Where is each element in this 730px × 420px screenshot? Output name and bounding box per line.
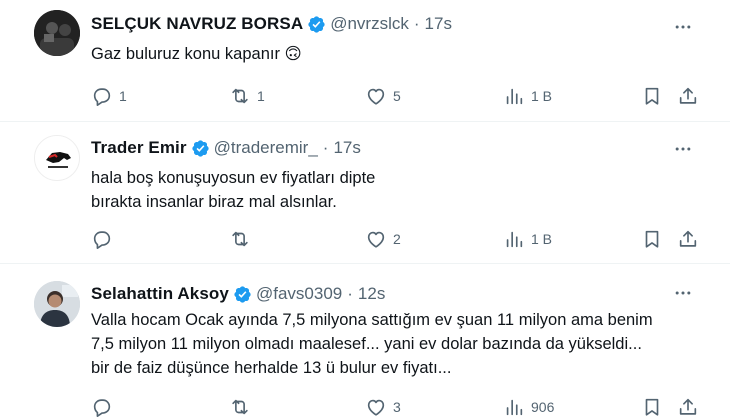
verified-badge-icon — [233, 285, 252, 304]
view-count: 1 B — [531, 88, 553, 104]
tweet-header: SELÇUK NAVRUZ BORSA @nvrzslck · 17s — [91, 14, 452, 34]
share-icon — [679, 398, 697, 415]
like-icon — [367, 399, 385, 416]
views-button[interactable]: 1 B — [503, 227, 552, 251]
retweet-button[interactable] — [229, 227, 257, 251]
view-count: 1 B — [531, 231, 553, 247]
separator-dot: · — [322, 138, 329, 157]
tweet-actions: 1 1 5 1 B — [91, 84, 701, 108]
retweet-count: 1 — [257, 88, 265, 104]
tweet-text-line: Valla hocam Ocak ayında 7,5 milyona satt… — [91, 311, 653, 329]
tweet-text: Gaz buluruz konu kapanır 🙃 — [91, 42, 701, 66]
timestamp[interactable]: 17s — [425, 14, 452, 34]
reply-icon — [93, 231, 111, 249]
reply-button[interactable] — [91, 227, 119, 251]
retweet-icon — [232, 231, 248, 247]
reply-button[interactable]: 1 — [91, 84, 127, 108]
share-button[interactable] — [677, 395, 699, 419]
like-icon — [367, 88, 385, 105]
reply-count: 1 — [119, 88, 127, 104]
tweet-header: Selahattin Aksoy @favs0309 · 12s — [91, 284, 385, 304]
tweet-text-line: hala boş konuşuyosun ev fiyatları dipte — [91, 169, 376, 187]
avatar-image — [35, 136, 79, 180]
views-button[interactable]: 1 B — [503, 84, 552, 108]
share-button[interactable] — [677, 227, 699, 251]
views-button[interactable]: 906 — [503, 395, 554, 419]
views-icon — [506, 399, 523, 416]
view-count: 906 — [531, 399, 555, 415]
reply-icon — [93, 399, 111, 417]
author-handle[interactable]: @traderemir_ — [214, 138, 318, 158]
share-button[interactable] — [677, 84, 699, 108]
tweet-text: hala boş konuşuyosun ev fiyatları dipte … — [91, 166, 701, 214]
views-icon — [506, 88, 523, 105]
author-name[interactable]: SELÇUK NAVRUZ BORSA — [91, 14, 303, 34]
like-count: 3 — [393, 399, 401, 415]
bookmark-button[interactable] — [641, 227, 663, 251]
author-name[interactable]: Trader Emir — [91, 138, 187, 158]
tweet[interactable]: SELÇUK NAVRUZ BORSA @nvrzslck · 17s Gaz … — [0, 0, 730, 122]
bookmark-icon — [645, 87, 659, 105]
retweet-button[interactable] — [229, 395, 257, 419]
author-handle[interactable]: @favs0309 — [256, 284, 342, 304]
timestamp[interactable]: 12s — [358, 284, 385, 304]
tweet-text-line: 7,5 milyon 11 milyon olmadı maalesef... … — [91, 335, 642, 353]
bookmark-button[interactable] — [641, 395, 663, 419]
tweet-actions: 3 906 — [91, 395, 701, 419]
tweet[interactable]: Trader Emir @traderemir_ · 17s hala boş … — [0, 122, 730, 264]
retweet-icon — [232, 88, 248, 104]
more-icon[interactable] — [672, 16, 694, 38]
reply-button[interactable] — [91, 395, 119, 419]
author-handle[interactable]: @nvrzslck — [330, 14, 409, 34]
like-count: 5 — [393, 88, 401, 104]
separator-dot: · — [413, 14, 420, 33]
like-icon — [367, 231, 385, 248]
more-icon[interactable] — [672, 138, 694, 160]
tweet-text: Valla hocam Ocak ayında 7,5 milyona satt… — [91, 308, 711, 380]
tweet[interactable]: Selahattin Aksoy @favs0309 · 12s Valla h… — [0, 264, 730, 420]
share-icon — [679, 87, 697, 104]
separator-dot: · — [347, 284, 353, 303]
tweet-text-line: bırakta insanlar biraz mal alsınlar. — [91, 193, 337, 211]
verified-badge-icon — [191, 139, 210, 158]
verified-badge-icon — [307, 15, 326, 34]
timestamp[interactable]: 17s — [333, 138, 360, 158]
bookmark-button[interactable] — [641, 84, 663, 108]
tweet-actions: 2 1 B — [91, 227, 701, 251]
like-button[interactable]: 3 — [365, 395, 401, 419]
avatar[interactable] — [34, 10, 80, 56]
like-count: 2 — [393, 231, 401, 247]
bookmark-icon — [645, 398, 659, 416]
avatar[interactable] — [34, 135, 80, 181]
share-icon — [679, 230, 697, 247]
views-icon — [506, 231, 523, 248]
tweet-text-line: bir de faiz düşünce herhalde 13 ü bulur … — [91, 359, 452, 377]
reply-icon — [93, 88, 111, 106]
like-button[interactable]: 5 — [365, 84, 401, 108]
like-button[interactable]: 2 — [365, 227, 401, 251]
retweet-button[interactable]: 1 — [229, 84, 265, 108]
tweet-text-line: Gaz buluruz konu kapanır 🙃 — [91, 45, 302, 63]
tweet-header: Trader Emir @traderemir_ · 17s — [91, 138, 361, 158]
retweet-icon — [232, 399, 248, 415]
avatar[interactable] — [34, 281, 80, 327]
avatar-image — [34, 10, 80, 56]
avatar-image — [34, 281, 80, 327]
bookmark-icon — [645, 230, 659, 248]
more-icon[interactable] — [672, 282, 694, 304]
author-name[interactable]: Selahattin Aksoy — [91, 284, 229, 304]
